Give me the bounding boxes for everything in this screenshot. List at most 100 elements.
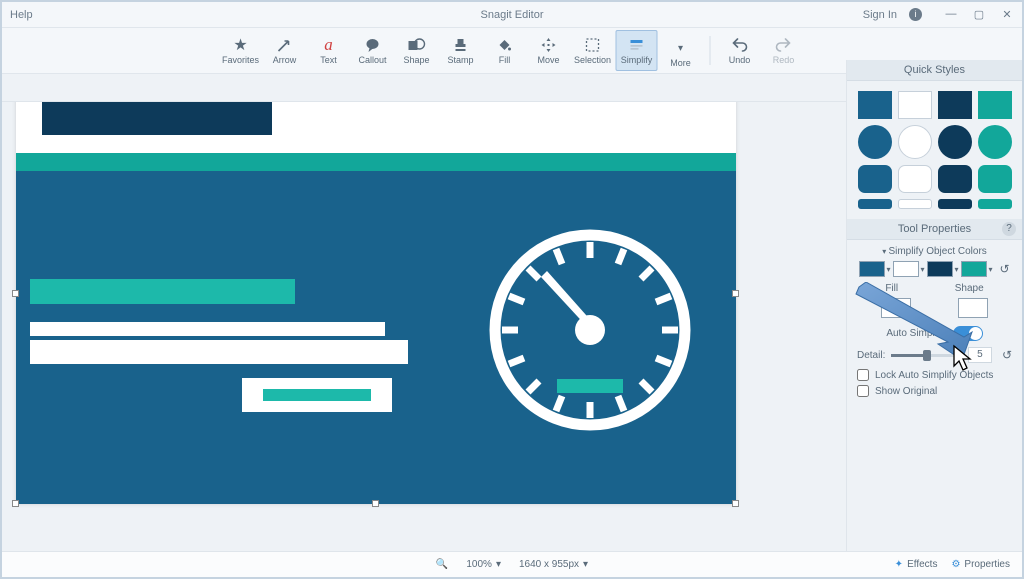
selection-handle[interactable] [12, 500, 19, 507]
detail-label: Detail: [857, 350, 885, 361]
style-bar-blue[interactable] [858, 199, 892, 209]
text-icon: a [324, 36, 333, 54]
app-title: Snagit Editor [481, 9, 544, 21]
toolbar-separator [710, 36, 711, 65]
color-swatch-blue[interactable] [859, 261, 885, 277]
simplify-icon [629, 36, 645, 54]
style-rounded-white[interactable] [898, 165, 932, 193]
title-bar: Help Snagit Editor Sign In i — ▢ ✕ [2, 2, 1022, 28]
style-circle-white[interactable] [898, 125, 932, 159]
tool-text[interactable]: aText [308, 30, 350, 71]
shape-picker[interactable] [958, 298, 988, 318]
undo-button[interactable]: Undo [719, 30, 761, 71]
maximize-button[interactable]: ▢ [972, 8, 986, 21]
tool-fill[interactable]: Fill [484, 30, 526, 71]
selection-handle[interactable] [732, 290, 739, 297]
chevron-down-icon[interactable]: ▾ [886, 265, 890, 274]
help-icon[interactable]: ? [1002, 222, 1016, 236]
properties-button[interactable]: ⚙Properties [951, 559, 1010, 570]
close-button[interactable]: ✕ [1000, 8, 1014, 21]
tool-properties-header: Tool Properties? [847, 219, 1022, 240]
obj-gauge-icon[interactable] [484, 224, 696, 436]
tool-selection[interactable]: Selection [572, 30, 614, 71]
quick-styles-header: Quick Styles [847, 60, 1022, 81]
auto-simplify-label: Auto Simplify [886, 328, 944, 339]
canvas-workspace[interactable] [2, 102, 846, 551]
tool-move[interactable]: Move [528, 30, 570, 71]
chevron-down-icon[interactable]: ▾ [920, 265, 924, 274]
canvas[interactable] [16, 102, 736, 504]
style-rounded-teal[interactable] [978, 165, 1012, 193]
tool-simplify[interactable]: Simplify [616, 30, 658, 71]
callout-icon [365, 36, 381, 54]
redo-icon [776, 36, 792, 54]
obj-rect-white-line-1[interactable] [30, 322, 385, 336]
show-original-checkbox-row[interactable]: Show Original [857, 385, 1012, 397]
detail-slider[interactable] [891, 354, 962, 357]
lock-checkbox-row[interactable]: Lock Auto Simplify Objects [857, 369, 1012, 381]
tool-favorites[interactable]: ★Favorites [220, 30, 262, 71]
canvas-selection[interactable] [16, 102, 736, 551]
reset-colors-icon[interactable]: ↺ [1000, 262, 1010, 276]
tool-arrow[interactable]: Arrow [264, 30, 306, 71]
reset-detail-icon[interactable]: ↺ [1002, 348, 1012, 362]
color-swatch-navy[interactable] [927, 261, 953, 277]
tool-shape[interactable]: Shape [396, 30, 438, 71]
star-icon: ★ [233, 36, 247, 54]
sign-in-link[interactable]: Sign In [863, 9, 897, 21]
selection-icon [585, 36, 601, 54]
zoom-level[interactable]: 100% ▾ [466, 559, 501, 570]
style-bar-navy[interactable] [938, 199, 972, 209]
help-menu[interactable]: Help [10, 9, 33, 21]
lock-checkbox[interactable] [857, 369, 869, 381]
style-square-white[interactable] [898, 91, 932, 119]
redo-button[interactable]: Redo [763, 30, 805, 71]
chevron-down-icon[interactable]: ▾ [954, 265, 958, 274]
move-icon [541, 36, 557, 54]
obj-rect-teal-heading[interactable] [30, 279, 295, 304]
shape-icon [408, 36, 426, 54]
obj-rect-teal-stripe[interactable] [16, 153, 736, 171]
tool-stamp[interactable]: Stamp [440, 30, 482, 71]
selection-handle[interactable] [12, 290, 19, 297]
style-rounded-navy[interactable] [938, 165, 972, 193]
color-swatch-white[interactable] [893, 261, 919, 277]
style-circle-navy[interactable] [938, 125, 972, 159]
search-icon[interactable]: 🔍 [436, 559, 448, 570]
minimize-button[interactable]: — [944, 8, 958, 21]
tool-callout[interactable]: Callout [352, 30, 394, 71]
style-square-navy[interactable] [938, 91, 972, 119]
canvas-size[interactable]: 1640 x 955px ▾ [519, 559, 588, 570]
style-bar-teal[interactable] [978, 199, 1012, 209]
obj-rect-white-line-2[interactable] [30, 340, 408, 364]
selection-handle[interactable] [732, 500, 739, 507]
chevron-down-icon: ▾ [678, 39, 683, 57]
tool-more[interactable]: ▾More [660, 30, 702, 71]
properties-panel: Quick Styles Tool Properties? ▾ Simplify… [846, 60, 1022, 551]
chevron-down-icon[interactable]: ▾ [988, 265, 992, 274]
fill-label: Fill [885, 283, 898, 294]
style-rounded-blue[interactable] [858, 165, 892, 193]
show-original-checkbox[interactable] [857, 385, 869, 397]
style-circle-blue[interactable] [858, 125, 892, 159]
selection-handle[interactable] [372, 500, 379, 507]
wand-icon: ✦ [895, 559, 903, 570]
effects-button[interactable]: ✦Effects [895, 559, 938, 570]
color-palette-row: ▾ ▾ ▾ ▾ ↺ [857, 261, 1012, 277]
color-swatch-teal[interactable] [961, 261, 987, 277]
undo-icon [732, 36, 748, 54]
arrow-icon [277, 36, 293, 54]
obj-rect-button[interactable] [242, 378, 392, 412]
fill-picker[interactable] [881, 298, 911, 318]
gear-icon: ⚙ [951, 559, 960, 570]
style-square-teal[interactable] [978, 91, 1012, 119]
obj-rect-navy[interactable] [42, 102, 272, 135]
style-bar-white[interactable] [898, 199, 932, 209]
style-square-blue[interactable] [858, 91, 892, 119]
object-colors-label: Simplify Object Colors [888, 246, 986, 257]
detail-value[interactable]: 5 [968, 347, 992, 363]
auto-simplify-toggle[interactable] [953, 326, 983, 341]
info-icon[interactable]: i [909, 8, 922, 21]
style-circle-teal[interactable] [978, 125, 1012, 159]
stamp-icon [453, 36, 469, 54]
